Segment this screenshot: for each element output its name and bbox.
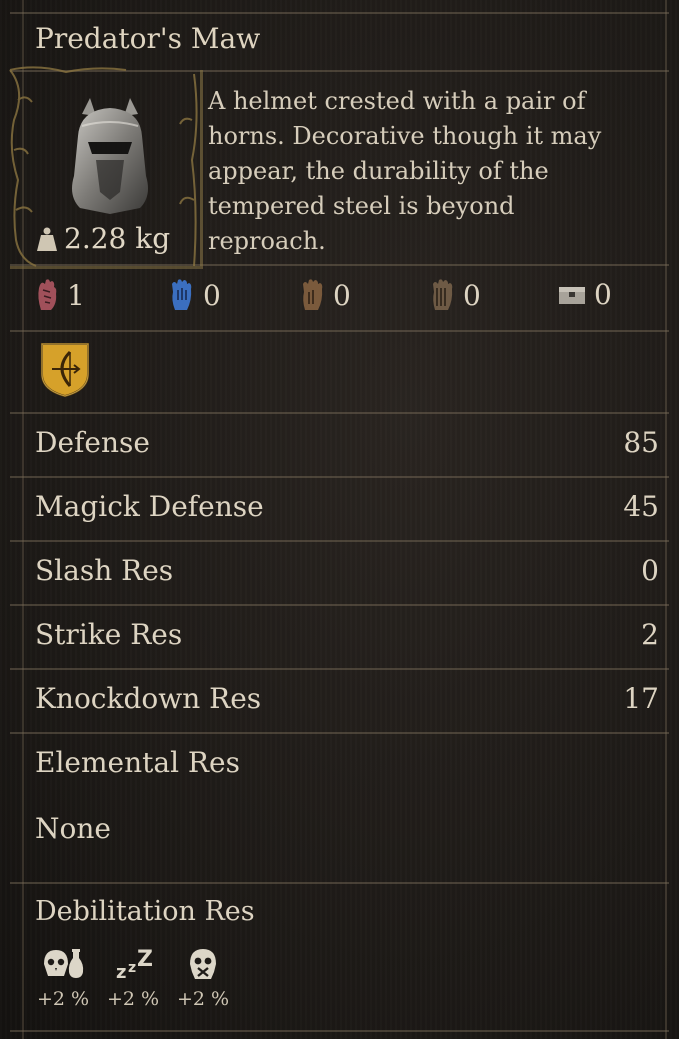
debilitation-sleep: z z Z +2 % [98,946,168,1010]
divider [10,12,669,14]
stat-row-knockdown-res: Knockdown Res 17 [35,682,659,722]
elemental-res-value: None [35,812,659,852]
debilitation-value: +2 % [176,988,230,1010]
poison-skull-icon [44,949,84,978]
stat-row-strike-res: Strike Res 2 [35,618,659,658]
vocation-rank-row: 1 0 0 0 0 [35,278,655,316]
helmet-icon [72,98,148,214]
stat-label: Slash Res [35,554,174,587]
stat-value: 45 [623,490,659,523]
vocation-warrior-value: 0 [463,278,481,312]
item-details-panel: Predator's Maw 2.28 kg A helmet crested … [0,0,679,1039]
stat-value: 85 [623,426,659,459]
section-heading: Elemental Res [35,746,240,779]
stat-label: Defense [35,426,150,459]
stat-label: Strike Res [35,618,183,651]
item-description: A helmet crested with a pair of horns. D… [208,87,602,255]
stat-row-defense: Defense 85 [35,426,659,466]
svg-text:Z: Z [137,947,153,972]
section-heading: Debilitation Res [35,896,255,927]
divider [10,1030,669,1032]
mage-hand-icon [172,279,192,310]
stat-label: Knockdown Res [35,682,262,715]
stat-value: 0 [641,554,659,587]
stat-value: 2 [641,618,659,651]
divider [10,882,669,884]
sleep-zz-icon: z z Z [116,947,153,983]
weight-icon [37,227,57,251]
divider [10,476,669,478]
elemental-none-text: None [35,812,111,845]
debilitation-res-heading: Debilitation Res [35,896,659,936]
vocation-storage: 0 [558,278,612,311]
item-weight: 2.28 kg [36,222,170,255]
stat-row-slash-res: Slash Res 0 [35,554,659,594]
storage-chest-icon [559,286,585,304]
debilitation-silence: +2 % [168,946,238,1010]
vocation-warrior: 0 [429,278,481,312]
divider [10,330,669,332]
vocation-fighter: 1 [35,278,85,312]
divider [10,732,669,734]
weight-value: 2.28 kg [64,222,171,255]
divider [10,412,669,414]
vocation-thief-value: 0 [333,278,351,312]
warrior-hand-icon [433,279,453,310]
stat-row-magick-defense: Magick Defense 45 [35,490,659,530]
stat-label: Magick Defense [35,490,264,523]
svg-text:z: z [128,960,136,976]
divider [10,540,669,542]
vocation-fighter-value: 1 [67,278,85,312]
stat-value: 17 [623,682,659,715]
debilitation-poison: +2 % [28,946,98,1010]
elemental-res-heading: Elemental Res [35,746,659,786]
vocation-mage-value: 0 [203,278,221,312]
fighter-hand-icon [38,279,57,310]
divider [10,604,669,606]
debilitation-value: +2 % [36,988,90,1010]
vocation-storage-value: 0 [594,278,612,311]
vocation-mage: 0 [169,278,221,312]
thief-hand-icon [303,279,323,310]
silence-skull-icon [190,949,216,979]
vocation-thief: 0 [299,278,351,312]
svg-text:z: z [116,962,126,982]
archer-bow-shield-icon [41,343,89,398]
item-name: Predator's Maw [35,22,261,55]
divider [10,668,669,670]
debilitation-value: +2 % [106,988,160,1010]
